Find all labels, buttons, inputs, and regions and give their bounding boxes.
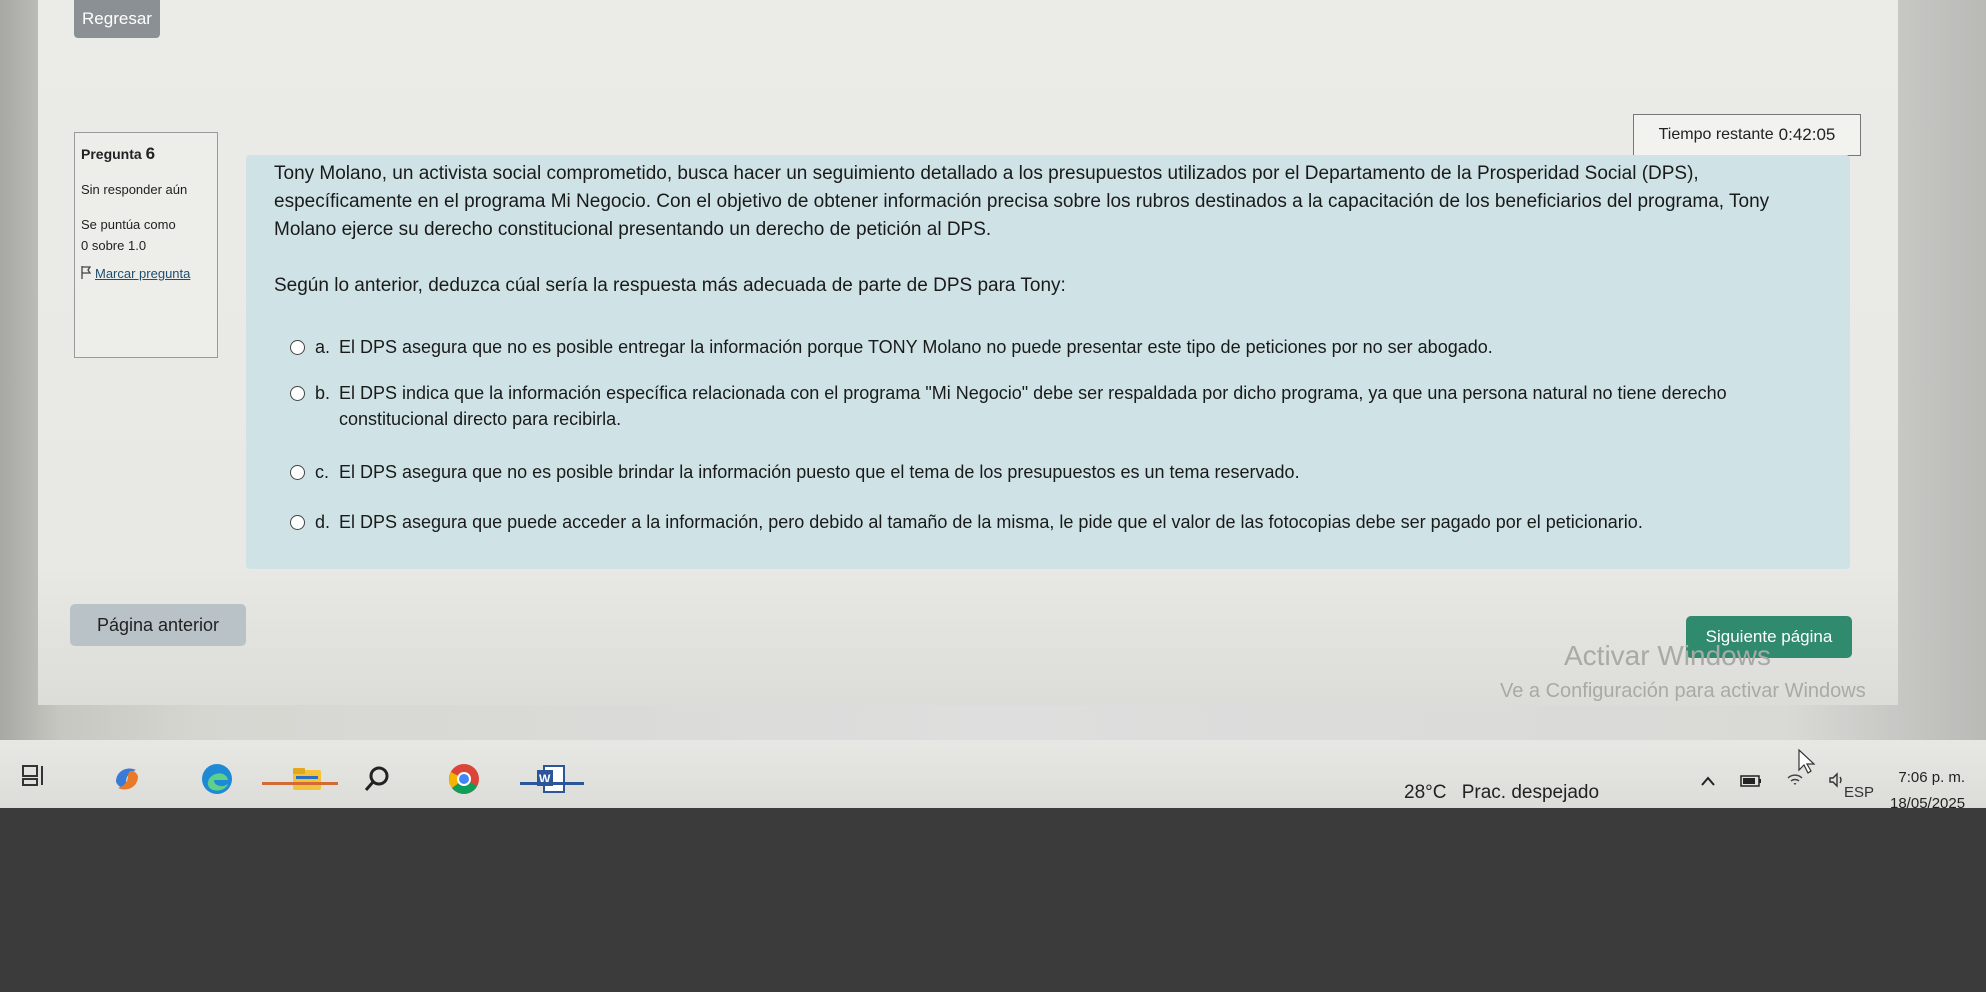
timer-label: Tiempo restante [1658,126,1774,143]
system-tray [1700,772,1846,791]
back-button[interactable]: Regresar [74,0,160,38]
question-prompt: Según lo anterior, deduzca cúal sería la… [274,275,1066,296]
battery-icon[interactable] [1740,774,1762,790]
chrome-icon[interactable] [447,762,481,796]
option-letter: a. [315,337,331,357]
option-text: El DPS asegura que no es posible brindar… [339,462,1300,482]
clock-date: 18/05/2025 [1890,795,1966,812]
option-text: El DPS asegura que no es posible entrega… [339,337,1493,357]
file-explorer-icon[interactable] [290,762,324,796]
active-app-indicator [262,782,338,785]
option-text: El DPS asegura que puede acceder a la in… [339,512,1643,532]
screen: Regresar Tiempo restante 0:42:05 Pregunt… [0,0,1986,745]
radio-button[interactable] [290,465,305,480]
language-indicator[interactable]: ESP [1844,784,1874,801]
weather-condition: Prac. despejado [1461,782,1600,803]
option-letter: c. [315,462,330,482]
task-view-icon[interactable] [20,762,54,796]
question-text: Tony Molano, un activista social comprom… [274,163,1770,240]
word-icon[interactable]: W [534,762,568,796]
question-status: Sin responder aún [81,182,188,198]
show-hidden-icons-icon[interactable] [1700,774,1716,790]
answer-option-a[interactable]: a. El DPS asegura que no es posible entr… [290,334,1790,360]
radio-button[interactable] [290,340,305,355]
question-info: Pregunta 6 Sin responder aún Se puntúa c… [74,132,218,358]
previous-page-button[interactable]: Página anterior [70,604,246,646]
edge-icon[interactable] [200,762,234,796]
activation-watermark-title: Activar Windows [1564,640,1771,671]
flag-icon [81,266,92,283]
clock[interactable]: 7:06 p. m. 18/05/2025 [1890,765,1965,817]
question-number: Pregunta 6 [81,143,211,164]
timer-value: 0:42:05 [1778,125,1836,144]
grade-value: 0 sobre 1.0 [81,237,147,253]
weather-widget[interactable]: 28°C Prac. despejado [1404,782,1599,804]
option-letter: d. [315,512,331,532]
copilot-icon[interactable] [110,762,144,796]
answer-option-b[interactable]: b. El DPS indica que la información espe… [290,380,1790,432]
question-number-value: 6 [145,144,156,163]
flag-question-label: Marcar pregunta [95,266,191,281]
weather-temperature: 28°C [1404,782,1447,803]
activation-watermark-subtitle: Ve a Configuración para activar Windows [1500,680,1866,702]
answer-option-d[interactable]: d. El DPS asegura que puede acceder a la… [290,509,1790,535]
option-letter: b. [315,383,331,403]
flag-question-link[interactable]: Marcar pregunta [81,266,211,283]
active-app-indicator [520,782,584,785]
radio-button[interactable] [290,386,305,401]
grade-label: Se puntúa como [81,216,176,232]
taskbar: W [0,740,1986,808]
search-icon[interactable] [360,762,394,796]
radio-button[interactable] [290,515,305,530]
mouse-cursor-icon [1797,748,1817,779]
answer-option-c[interactable]: c. El DPS asegura que no es posible brin… [290,459,1790,485]
question-title: Pregunta [81,146,142,162]
clock-time: 7:06 p. m. [1898,769,1966,786]
option-text: El DPS indica que la información específ… [339,383,1727,429]
timer-box: Tiempo restante 0:42:05 [1633,114,1861,156]
